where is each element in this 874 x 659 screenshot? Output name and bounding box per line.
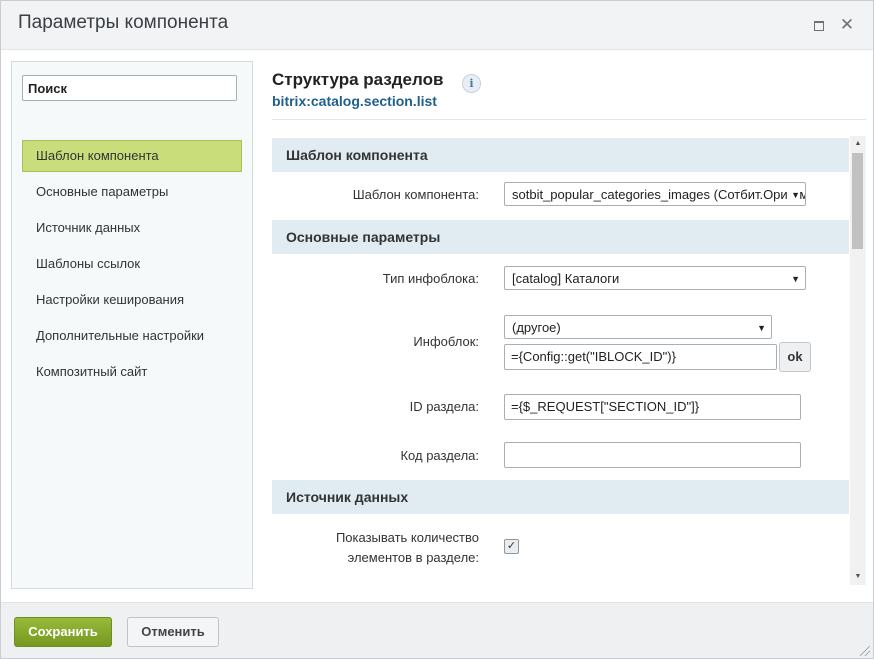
iblock-type-select-value: [catalog] Каталоги [512,271,620,286]
section-id-input[interactable]: ={$_REQUEST["SECTION_ID"]} [504,394,801,420]
vertical-scrollbar[interactable]: ▲ ▼ [850,136,866,585]
section-header-data-source: Источник данных [272,480,849,514]
save-button[interactable]: Сохранить [14,617,112,647]
iblock-select-value: (другое) [512,320,561,335]
element-count-label-line2: элементов в разделе: [347,550,479,565]
iblock-type-label: Тип инфоблока: [382,271,479,286]
sidebar-item-additional-settings[interactable]: Дополнительные настройки [22,320,242,352]
sidebar-item-data-source[interactable]: Источник данных [22,212,242,244]
chevron-down-icon: ▼ [788,267,800,289]
ok-button[interactable]: ok [779,342,811,372]
parameters-scroll-area[interactable]: Шаблон компонента Шаблон компонента: sot… [272,136,866,585]
iblock-select[interactable]: (другое) ▼ [504,315,772,339]
header-divider [272,119,866,120]
iblock-type-select[interactable]: [catalog] Каталоги ▼ [504,266,806,290]
component-title: Структура разделов [272,70,444,89]
section-id-label: ID раздела: [409,399,479,414]
element-count-label-line1: Показывать количество [335,530,479,545]
dialog-titlebar[interactable]: Параметры компонента ✕ [1,1,873,50]
section-code-label: Код раздела: [400,448,479,463]
template-select-value: sotbit_popular_categories_images (Сотбит… [512,187,806,202]
section-code-input[interactable] [504,442,801,468]
dialog-footer: Сохранить Отменить [1,602,873,658]
scroll-up-icon[interactable]: ▲ [853,139,863,149]
dialog-title: Параметры компонента [18,12,229,33]
template-select[interactable]: sotbit_popular_categories_images (Сотбит… [504,182,806,206]
sidebar: Шаблон компонента Основные параметры Ист… [11,61,253,589]
resize-handle-icon[interactable] [860,646,870,656]
scroll-down-icon[interactable]: ▼ [853,572,863,582]
scrollbar-thumb[interactable] [852,153,863,249]
sidebar-item-main-parameters[interactable]: Основные параметры [22,176,242,208]
sidebar-nav: Шаблон компонента Основные параметры Ист… [22,140,242,392]
main-panel: Структура разделов i bitrix:catalog.sect… [272,61,866,586]
close-icon[interactable]: ✕ [839,16,855,33]
search-input[interactable] [22,75,237,101]
iblock-input[interactable]: ={Config::get("IBLOCK_ID")} [504,344,777,370]
sidebar-item-link-templates[interactable]: Шаблоны ссылок [22,248,242,280]
iblock-label: Инфоблок: [413,334,479,349]
info-icon[interactable]: i [462,74,481,93]
cancel-button[interactable]: Отменить [127,617,219,647]
section-header-main: Основные параметры [272,220,849,254]
component-code: bitrix:catalog.section.list [272,93,437,109]
sidebar-item-component-template[interactable]: Шаблон компонента [22,140,242,172]
maximize-icon[interactable] [811,17,827,33]
chevron-down-icon: ▼ [754,316,766,338]
sidebar-item-composite-site[interactable]: Композитный сайт [22,356,242,388]
sidebar-item-cache-settings[interactable]: Настройки кеширования [22,284,242,316]
element-count-checkbox[interactable]: ✓ [504,539,519,554]
chevron-down-icon: ▼ [788,183,800,205]
element-count-label: Показывать количество элементов в раздел… [336,528,479,568]
template-label: Шаблон компонента: [352,187,479,202]
component-parameters-dialog: Параметры компонента ✕ Шаблон компонента… [0,0,874,659]
section-header-template: Шаблон компонента [272,138,849,172]
